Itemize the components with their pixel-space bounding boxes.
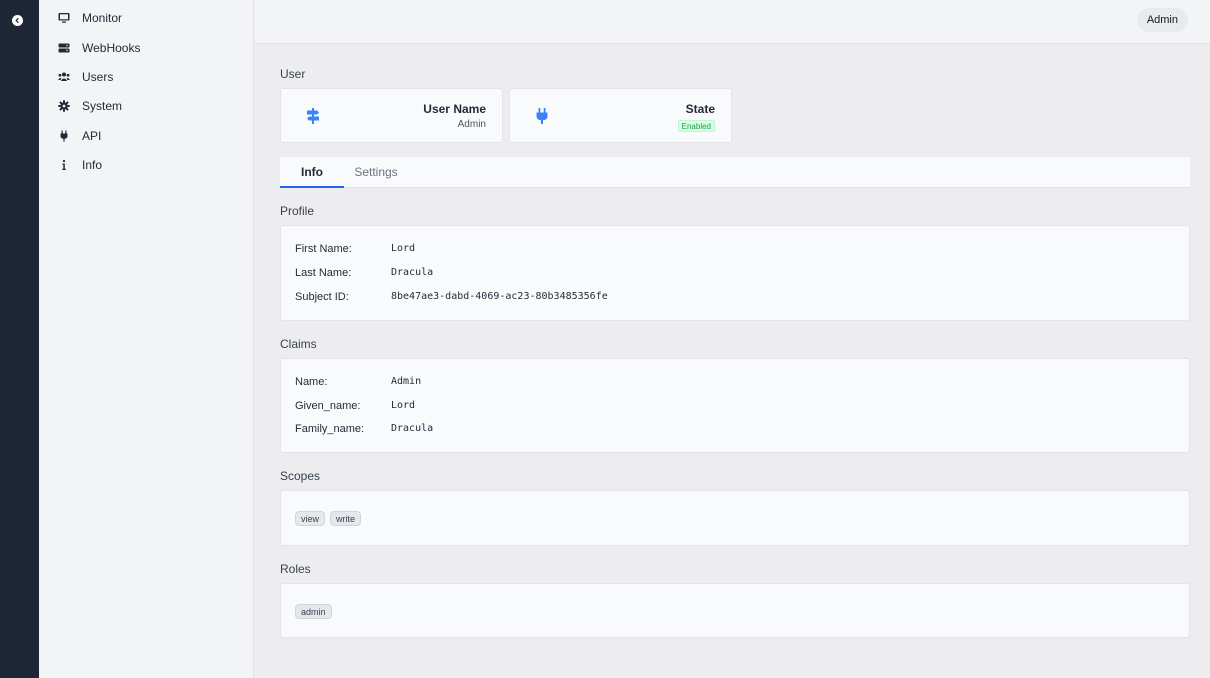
user-name-label: User Name bbox=[423, 102, 486, 116]
collapse-sidebar-button[interactable] bbox=[12, 15, 23, 26]
sidebar-item-info[interactable]: Info bbox=[39, 152, 253, 178]
sidebar-item-api[interactable]: API bbox=[39, 123, 253, 149]
profile-section-title: Profile bbox=[280, 204, 315, 218]
subject-id-value: 8be47ae3-dabd-4069-ac23-80b3485356fe bbox=[391, 291, 608, 302]
claims-panel: Name: Admin Given_name: Lord Family_name… bbox=[280, 358, 1190, 453]
status-badge: Enabled bbox=[677, 120, 715, 132]
roles-panel: admin bbox=[280, 583, 1190, 638]
user-name-value: Admin bbox=[457, 119, 486, 130]
scope-chip: write bbox=[330, 511, 362, 526]
users-icon bbox=[57, 70, 71, 84]
sidebar-item-monitor[interactable]: Monitor bbox=[39, 5, 253, 31]
last-name-key: Last Name: bbox=[295, 267, 352, 279]
tab-bar: Info Settings bbox=[280, 157, 1190, 188]
claims-section-title: Claims bbox=[280, 337, 317, 351]
roles-section-title: Roles bbox=[280, 562, 311, 576]
sidebar-item-label: WebHooks bbox=[82, 41, 141, 55]
claim-family-name-key: Family_name: bbox=[295, 423, 365, 435]
sidebar-item-label: System bbox=[82, 99, 123, 113]
sidebar-item-webhooks[interactable]: WebHooks bbox=[39, 35, 253, 61]
subject-id-key: Subject ID: bbox=[295, 291, 349, 303]
signpost-icon bbox=[307, 108, 319, 124]
last-name-value: Dracula bbox=[391, 267, 434, 278]
monitor-icon bbox=[57, 11, 71, 25]
role-chip: admin bbox=[295, 604, 332, 619]
gear-icon bbox=[57, 99, 71, 113]
profile-panel: First Name: Lord Last Name: Dracula Subj… bbox=[280, 225, 1190, 321]
sidebar-item-label: Monitor bbox=[82, 11, 123, 25]
sidebar-item-label: Users bbox=[82, 70, 114, 84]
sidebar-item-users[interactable]: Users bbox=[39, 64, 253, 90]
tab-info[interactable]: Info bbox=[280, 157, 344, 188]
tab-settings[interactable]: Settings bbox=[344, 157, 408, 187]
claim-family-name-value: Dracula bbox=[391, 423, 434, 434]
plug-icon bbox=[536, 108, 548, 124]
collapsed-rail bbox=[0, 0, 39, 678]
first-name-key: First Name: bbox=[295, 243, 352, 255]
claim-name-value: Admin bbox=[391, 376, 422, 387]
sidebar-item-system[interactable]: System bbox=[39, 93, 253, 119]
scope-chip: view bbox=[295, 511, 326, 526]
user-name-card: User Name Admin bbox=[280, 88, 503, 143]
state-label: State bbox=[685, 102, 715, 116]
sidebar-item-label: Info bbox=[82, 158, 103, 172]
state-card: State Enabled bbox=[509, 88, 732, 143]
sidebar-item-label: API bbox=[82, 129, 102, 143]
user-section-title: User bbox=[280, 67, 306, 81]
top-bar: Admin bbox=[255, 0, 1210, 44]
claim-given-name-key: Given_name: bbox=[295, 400, 361, 412]
scopes-panel: view write bbox=[280, 490, 1190, 546]
first-name-value: Lord bbox=[391, 243, 416, 254]
main-content: Admin User User Name Admin State Enabled… bbox=[255, 0, 1210, 678]
scopes-section-title: Scopes bbox=[280, 469, 321, 483]
plug-icon bbox=[57, 129, 71, 143]
info-icon bbox=[57, 158, 71, 172]
claim-name-key: Name: bbox=[295, 376, 328, 388]
server-icon bbox=[57, 41, 71, 55]
sidebar: Monitor WebHooks Users System API Info bbox=[39, 0, 254, 678]
claim-given-name-value: Lord bbox=[391, 400, 416, 411]
user-menu-button[interactable]: Admin bbox=[1136, 8, 1188, 32]
chevron-left-icon bbox=[15, 17, 19, 24]
